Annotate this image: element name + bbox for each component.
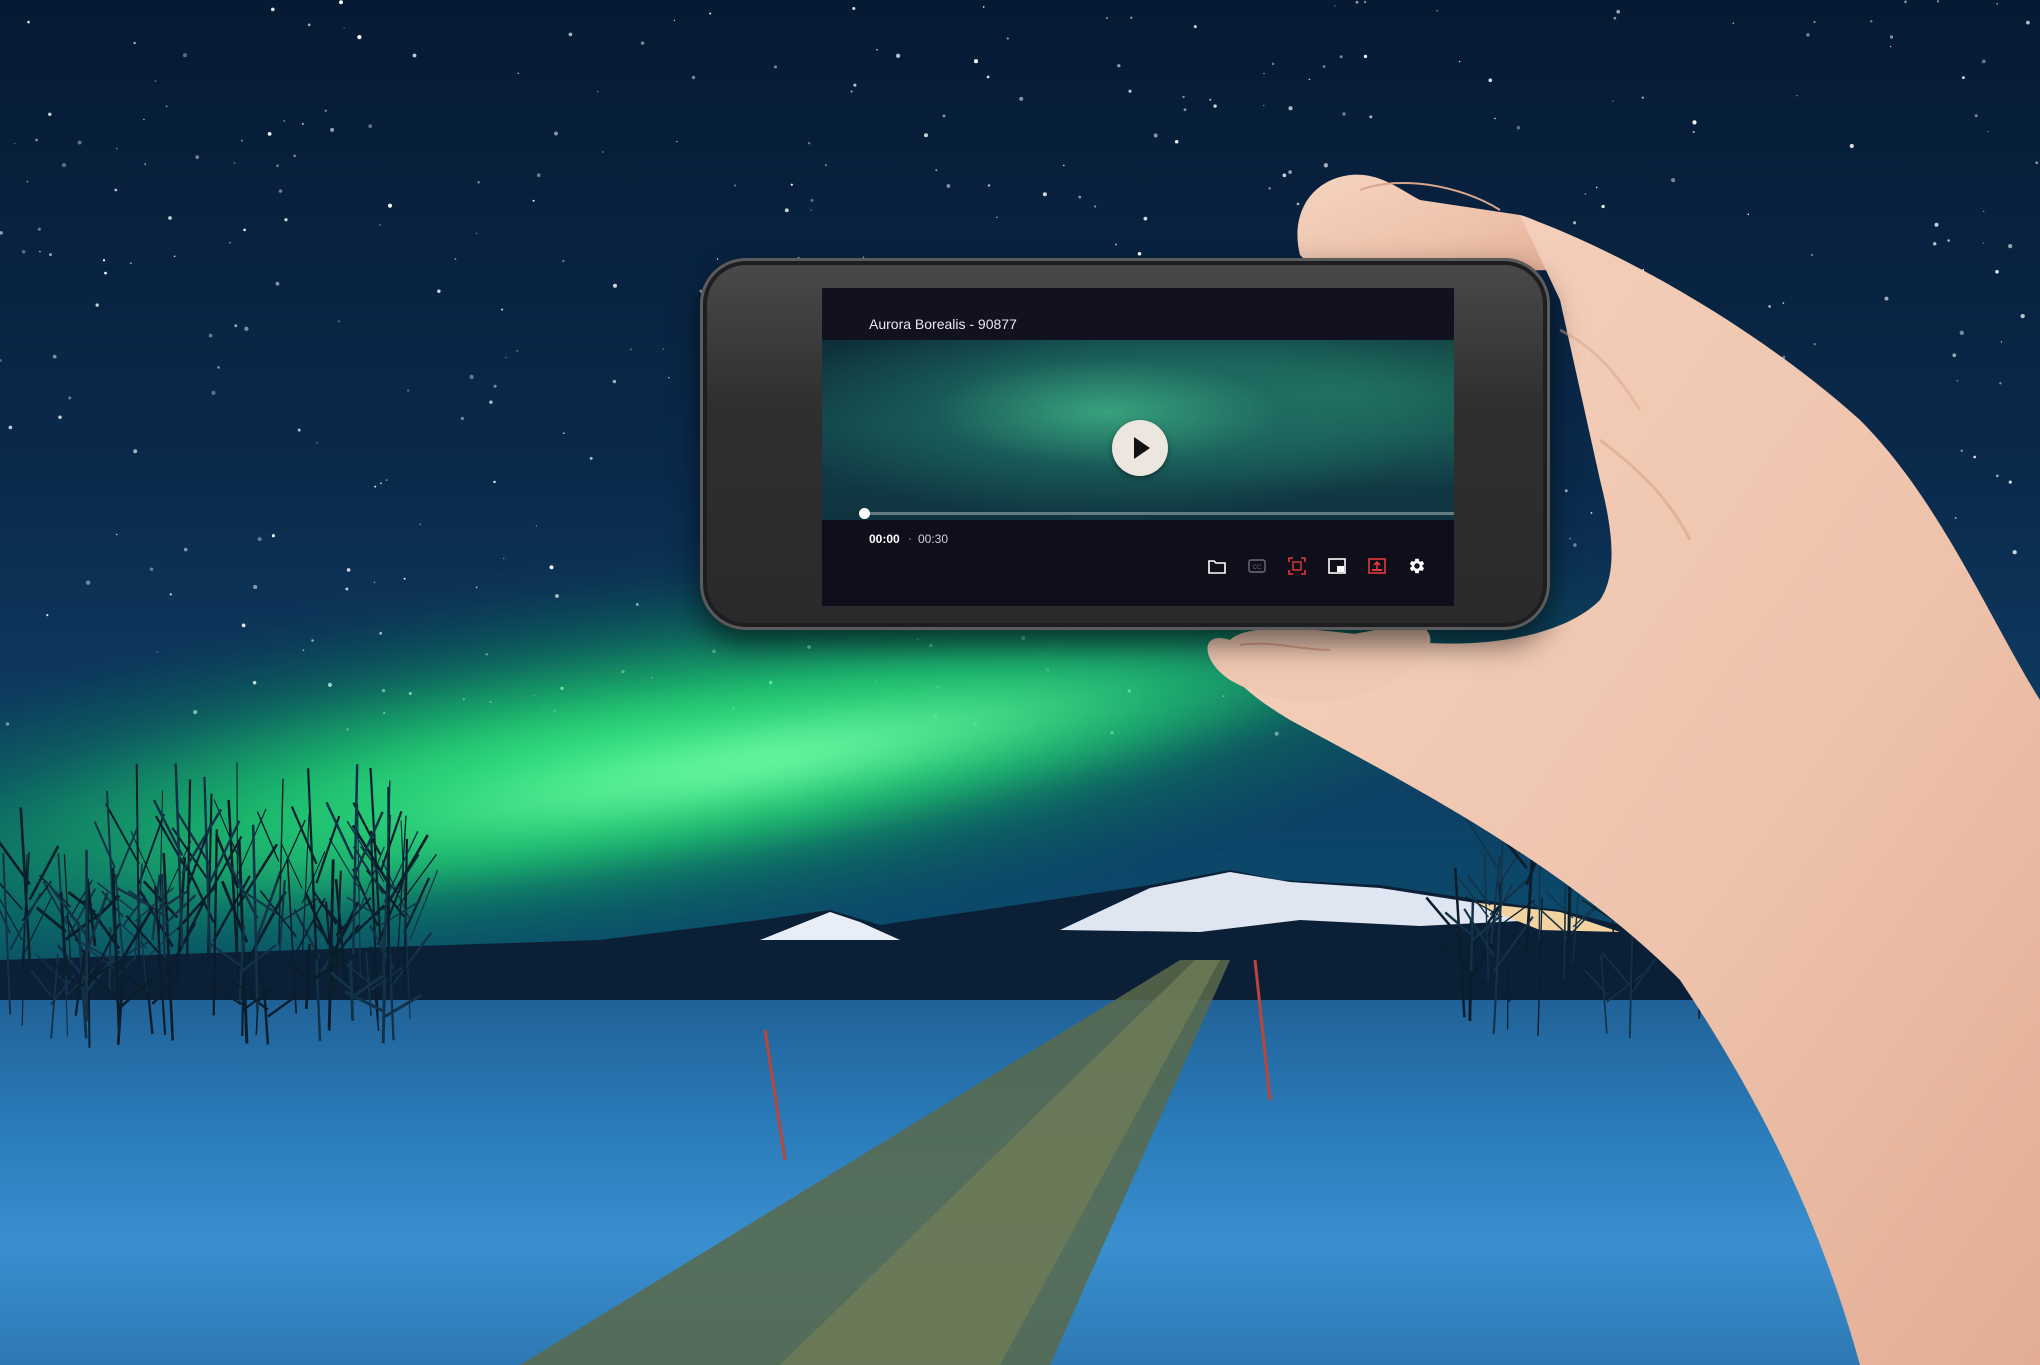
progress-bar[interactable]: [859, 508, 1454, 519]
picture-in-picture-icon: [1328, 558, 1346, 574]
folder-icon: [1208, 560, 1226, 574]
player-controls: 00:00 · 00:30 CC: [822, 520, 1454, 606]
cast-icon: [1368, 558, 1386, 574]
hand: [1207, 174, 2040, 1365]
time-current: 00:00: [869, 532, 900, 546]
gear-icon: [1409, 558, 1425, 574]
play-button[interactable]: [1112, 420, 1168, 476]
captions-button[interactable]: CC: [1246, 555, 1268, 577]
cast-button[interactable]: [1366, 555, 1388, 577]
picture-in-picture-button[interactable]: [1326, 555, 1348, 577]
svg-text:CC: CC: [1253, 565, 1262, 571]
player-toolbar: CC: [1206, 554, 1428, 578]
play-icon: [1134, 437, 1150, 459]
video-title: Aurora Borealis - 90877: [869, 316, 1017, 332]
video-player: Aurora Borealis - 90877 00:00 · 00:30 CC: [822, 288, 1454, 606]
fullscreen-capture-button[interactable]: [1286, 555, 1308, 577]
time-total: 00:30: [918, 532, 949, 546]
video-frame[interactable]: [822, 340, 1454, 520]
settings-button[interactable]: [1406, 555, 1428, 577]
smartphone: Aurora Borealis - 90877 00:00 · 00:30 CC: [700, 258, 1550, 630]
open-folder-button[interactable]: [1206, 555, 1228, 577]
progress-knob[interactable]: [859, 508, 870, 519]
captions-icon: CC: [1248, 559, 1266, 573]
player-title-bar: Aurora Borealis - 90877: [822, 288, 1454, 340]
fullscreen-capture-icon: [1288, 557, 1306, 575]
time-separator: ·: [908, 531, 912, 545]
